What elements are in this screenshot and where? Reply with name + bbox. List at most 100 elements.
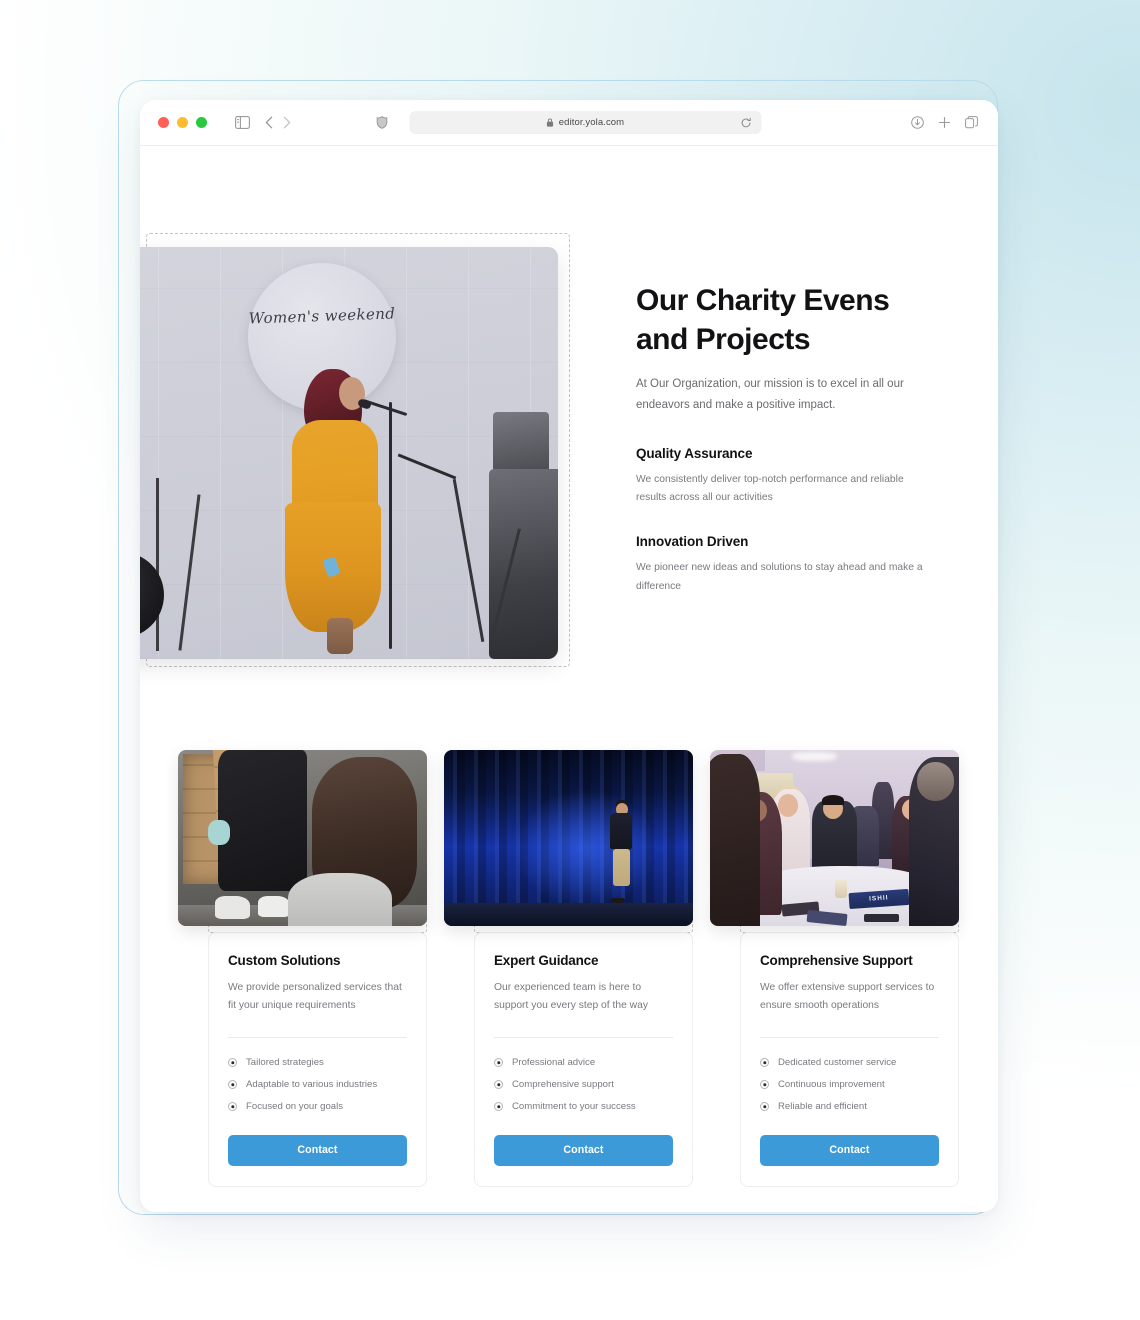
bullet-icon bbox=[494, 1102, 503, 1112]
speaker-legs bbox=[613, 848, 631, 886]
sidebar-toggle-icon[interactable] bbox=[235, 116, 250, 129]
hero-text-column: Our Charity Evens and Projects At Our Or… bbox=[636, 281, 936, 596]
bullet-icon bbox=[760, 1102, 769, 1112]
hero-subtitle: At Our Organization, our mission is to e… bbox=[636, 378, 904, 412]
card-custom-solutions: Custom Solutions We provide personalized… bbox=[178, 750, 427, 1187]
new-tab-icon[interactable] bbox=[938, 116, 951, 129]
browser-window: editor.yola.com Women's weekend Our Char… bbox=[140, 100, 998, 1212]
card-image[interactable] bbox=[444, 750, 693, 926]
bullet-icon bbox=[228, 1080, 237, 1090]
card-title: Custom Solutions bbox=[228, 953, 341, 968]
speaker-shoes bbox=[610, 897, 625, 903]
navigation-arrows bbox=[265, 116, 291, 129]
bullet-icon bbox=[494, 1080, 503, 1090]
close-window-button[interactable] bbox=[158, 117, 169, 128]
list-item-label: Reliable and efficient bbox=[778, 1101, 867, 1113]
list-item-label: Continuous improvement bbox=[778, 1079, 885, 1091]
card-content: Custom Solutions We provide personalized… bbox=[208, 926, 427, 1166]
forward-arrow-icon[interactable] bbox=[283, 116, 291, 129]
feature-innovation-driven: Innovation Driven We pioneer new ideas a… bbox=[636, 534, 936, 596]
address-bar-url: editor.yola.com bbox=[558, 117, 625, 128]
address-bar-area: editor.yola.com bbox=[376, 111, 762, 134]
minimize-window-button[interactable] bbox=[177, 117, 188, 128]
card-feature-list: Dedicated customer service Continuous im… bbox=[760, 1052, 939, 1118]
back-arrow-icon[interactable] bbox=[265, 116, 273, 129]
contact-button[interactable]: Contact bbox=[494, 1134, 673, 1166]
bullet-icon bbox=[494, 1058, 503, 1068]
hero-image[interactable]: Women's weekend bbox=[140, 247, 558, 659]
card-feature-list: Professional advice Comprehensive suppor… bbox=[494, 1052, 673, 1118]
tab-overview-icon[interactable] bbox=[965, 116, 978, 129]
list-item-label: Comprehensive support bbox=[512, 1079, 614, 1091]
bullet-icon bbox=[228, 1102, 237, 1112]
drum-stand bbox=[156, 477, 160, 651]
download-icon[interactable] bbox=[911, 116, 924, 129]
page-title: Our Charity Evens and Projects bbox=[636, 284, 890, 356]
card-expert-guidance: Expert Guidance Our experienced team is … bbox=[444, 750, 693, 1187]
card-feature-list: Tailored strategies Adaptable to various… bbox=[228, 1052, 407, 1118]
microphone-stand bbox=[389, 401, 393, 649]
name-placard-label: ISHII bbox=[869, 894, 890, 903]
foreground-attendee-right-head bbox=[916, 762, 955, 802]
card-photo-illustration bbox=[444, 750, 693, 926]
list-item-label: Professional advice bbox=[512, 1057, 596, 1069]
list-item: Dedicated customer service bbox=[760, 1052, 939, 1074]
card-image[interactable] bbox=[178, 750, 427, 926]
shield-icon[interactable] bbox=[376, 116, 388, 129]
card-photo-illustration bbox=[178, 750, 427, 926]
speaker-torso bbox=[609, 813, 632, 850]
bullet-icon bbox=[760, 1080, 769, 1090]
card-divider bbox=[760, 1036, 939, 1038]
card-divider bbox=[228, 1036, 407, 1038]
list-item-label: Tailored strategies bbox=[246, 1057, 324, 1069]
toolbar-left-group bbox=[235, 116, 291, 129]
card-divider bbox=[494, 1036, 673, 1038]
card-description: Our experienced team is here to support … bbox=[494, 982, 648, 1012]
feature-title: Quality Assurance bbox=[636, 445, 753, 461]
feature-quality-assurance: Quality Assurance We consistently delive… bbox=[636, 446, 936, 508]
feature-cards-row: Custom Solutions We provide personalized… bbox=[178, 750, 960, 1187]
list-item: Professional advice bbox=[494, 1052, 673, 1074]
reload-icon[interactable] bbox=[741, 117, 752, 128]
equipment-rack bbox=[489, 469, 558, 659]
browser-toolbar: editor.yola.com bbox=[140, 100, 998, 146]
ceiling-light bbox=[792, 751, 837, 761]
hero-photo-illustration: Women's weekend bbox=[140, 247, 558, 659]
laptop bbox=[864, 913, 900, 923]
list-item: Adaptable to various industries bbox=[228, 1074, 407, 1096]
card-description: We provide personalized services that fi… bbox=[228, 982, 402, 1012]
grey-sweater bbox=[287, 873, 393, 926]
maximize-window-button[interactable] bbox=[196, 117, 207, 128]
foreground-attendee-left bbox=[710, 753, 760, 926]
card-image[interactable]: ISHII bbox=[710, 750, 959, 926]
list-item: Continuous improvement bbox=[760, 1074, 939, 1096]
list-item: Focused on your goals bbox=[228, 1096, 407, 1118]
list-item: Tailored strategies bbox=[228, 1052, 407, 1074]
attendee-in-suit-hair bbox=[822, 794, 845, 806]
card-description: We offer extensive support services to e… bbox=[760, 982, 935, 1012]
list-item: Commitment to your success bbox=[494, 1096, 673, 1118]
contact-button[interactable]: Contact bbox=[760, 1134, 939, 1166]
stage-floor bbox=[444, 903, 693, 926]
equipment-rack-upper bbox=[492, 411, 549, 472]
volunteer-silhouette bbox=[217, 750, 308, 891]
list-item-label: Dedicated customer service bbox=[778, 1057, 897, 1069]
toolbar-right-group bbox=[911, 116, 978, 129]
shoe-left bbox=[215, 896, 251, 919]
card-content: Comprehensive Support We offer extensive… bbox=[740, 926, 959, 1166]
list-item-label: Adaptable to various industries bbox=[246, 1079, 378, 1091]
contact-button[interactable]: Contact bbox=[228, 1134, 407, 1166]
list-item: Comprehensive support bbox=[494, 1074, 673, 1096]
address-bar[interactable]: editor.yola.com bbox=[409, 111, 762, 134]
glove bbox=[207, 820, 231, 846]
lock-icon bbox=[547, 118, 554, 127]
card-comprehensive-support: ISHII Comprehensive Support We offer ext… bbox=[710, 750, 959, 1187]
list-item: Reliable and efficient bbox=[760, 1096, 939, 1118]
window-controls[interactable] bbox=[158, 117, 207, 128]
list-item-label: Commitment to your success bbox=[512, 1101, 636, 1113]
feature-description: We consistently deliver top-notch perfor… bbox=[636, 473, 904, 503]
bullet-icon bbox=[228, 1058, 237, 1068]
singer-legs bbox=[327, 617, 353, 654]
feature-description: We pioneer new ideas and solutions to st… bbox=[636, 562, 923, 592]
bullet-icon bbox=[760, 1058, 769, 1068]
